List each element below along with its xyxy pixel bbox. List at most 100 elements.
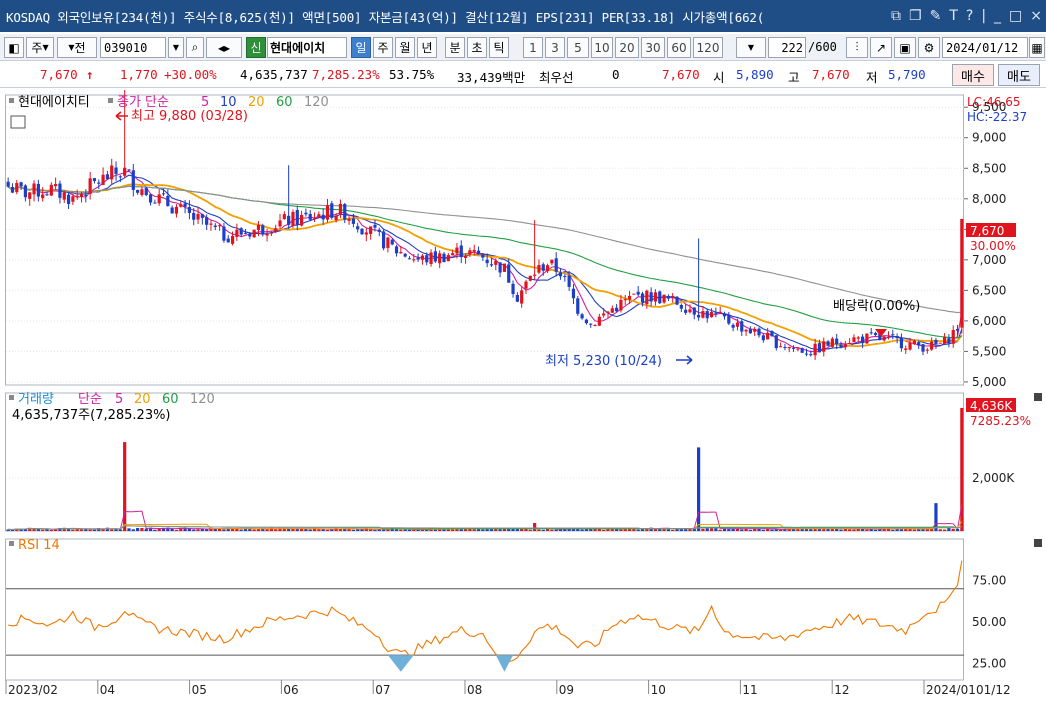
interval-120[interactable]: 120 — [693, 37, 723, 58]
candle-body — [403, 253, 407, 257]
candle-body — [576, 298, 580, 314]
low-label: 저 — [866, 70, 878, 85]
interval-5[interactable]: 5 — [567, 37, 589, 58]
price-type-select[interactable]: ▼ 전 — [57, 37, 97, 58]
tab-minute[interactable]: 분 — [445, 37, 465, 58]
code-dropdown-icon[interactable]: ▼ — [168, 37, 184, 58]
rsi-axis-label: 75.00 — [972, 573, 1006, 587]
candle-style-icon[interactable]: ⫶ — [846, 37, 868, 58]
separator: | — [981, 8, 987, 24]
volume-bar — [136, 528, 140, 531]
tab-tick[interactable]: 틱 — [489, 37, 509, 58]
candle-body — [179, 204, 183, 207]
maximize-icon[interactable]: □ — [1009, 8, 1022, 24]
volume-legend-label: 거래량 — [18, 392, 54, 407]
interval-20[interactable]: 20 — [615, 37, 639, 58]
window-icon[interactable]: ⧉ — [891, 8, 901, 24]
interval-60[interactable]: 60 — [667, 37, 691, 58]
volume-bar — [709, 528, 714, 531]
sell-button[interactable]: 매도 — [998, 64, 1040, 86]
candle-body — [148, 194, 153, 203]
interval-1[interactable]: 1 — [523, 37, 543, 58]
volume-bar — [381, 529, 386, 531]
candle-body — [688, 309, 692, 313]
volume-bar — [140, 528, 144, 531]
tab-week[interactable]: 주 — [373, 37, 393, 58]
tab-month[interactable]: 월 — [395, 37, 415, 58]
candle-body — [19, 182, 23, 187]
menu-icon[interactable]: ◧ — [4, 37, 24, 58]
candle-body — [761, 335, 765, 341]
title-bar: KOSDAQ 외국인보유[234(천)] 주식수[8,625(천)] 액면[50… — [0, 0, 1046, 32]
date-axis-label: 12 — [834, 683, 849, 697]
candle-body — [766, 332, 770, 340]
volume-bar — [610, 529, 614, 531]
last-price-tag: 7,670 — [970, 224, 1004, 238]
candle-body — [481, 254, 485, 258]
high-label: 고 — [788, 70, 800, 85]
candle-body — [489, 264, 494, 266]
count-input[interactable]: 222 — [768, 37, 806, 58]
last-volume-tag: 4,636K — [970, 399, 1013, 413]
candle-body — [84, 194, 88, 197]
candle-body — [295, 209, 299, 225]
date-input[interactable]: 2024/01/12 — [942, 37, 1028, 58]
save-icon[interactable]: ▣ — [894, 37, 916, 58]
candle-body — [485, 259, 489, 264]
candle-body — [520, 290, 524, 304]
search-icon[interactable]: ⌕ — [186, 37, 204, 58]
candle-body — [679, 304, 683, 309]
gear-icon[interactable]: ⚙ — [918, 37, 940, 58]
interval-30[interactable]: 30 — [641, 37, 665, 58]
candle-body — [515, 294, 519, 302]
chart-tool-icon[interactable]: ✎ — [930, 8, 942, 24]
volume-bar — [701, 528, 705, 531]
volume-bar — [114, 529, 118, 531]
stock-chart[interactable]: 9,5009,0008,5008,0007,5007,0006,5006,000… — [0, 90, 1046, 701]
candle-body — [904, 348, 908, 350]
candle-body — [144, 187, 148, 196]
text-icon[interactable]: T — [949, 8, 958, 24]
volume-bar — [325, 529, 330, 531]
candle-body — [930, 341, 934, 350]
volume-bar — [118, 529, 122, 531]
sound-icon[interactable]: ◂▸ — [206, 37, 242, 58]
interval-10[interactable]: 10 — [591, 37, 613, 58]
buy-button[interactable]: 매수 — [952, 64, 994, 86]
calendar-icon[interactable]: ▦ — [1029, 37, 1045, 58]
tab-day[interactable]: 일 — [351, 37, 371, 58]
volume-bar — [330, 529, 334, 531]
price-axis-label: 6,500 — [972, 283, 1006, 297]
copy-window-icon[interactable]: ❐ — [909, 8, 922, 24]
tab-second[interactable]: 초 — [467, 37, 487, 58]
stock-code-input[interactable]: 039010 — [100, 37, 166, 58]
date-axis-label: 09 — [559, 683, 574, 697]
candle-body — [558, 272, 563, 277]
candle-body — [438, 253, 442, 264]
rsi-axis-label: 25.00 — [972, 656, 1006, 670]
volume-bar — [917, 529, 921, 531]
count-dropdown-icon[interactable]: ▼ — [736, 37, 766, 58]
candle-body — [377, 229, 381, 232]
minimize-icon[interactable]: _ — [994, 8, 1001, 24]
close-icon[interactable]: × — [1030, 8, 1042, 24]
help-icon[interactable]: ? — [966, 8, 973, 24]
candle-body — [917, 342, 921, 346]
candle-body — [563, 276, 567, 278]
volume-bar — [356, 529, 360, 531]
interval-3[interactable]: 3 — [545, 37, 565, 58]
volume-bar — [537, 529, 541, 531]
candle-body — [830, 338, 834, 347]
ma-60-line — [7, 185, 962, 339]
market-select[interactable]: 주 ▼ — [26, 37, 54, 58]
candle-body — [442, 253, 446, 263]
candle-body — [636, 291, 640, 295]
count-total: /600 — [808, 40, 837, 54]
volume-bar — [865, 529, 869, 531]
tab-year[interactable]: 년 — [417, 37, 437, 58]
volume-bar — [399, 529, 403, 531]
line-style-icon[interactable]: ↗ — [870, 37, 892, 58]
candle-body — [640, 293, 645, 303]
candle-body — [261, 225, 265, 234]
legend-stock-name: 현대에이치티 — [18, 95, 90, 110]
